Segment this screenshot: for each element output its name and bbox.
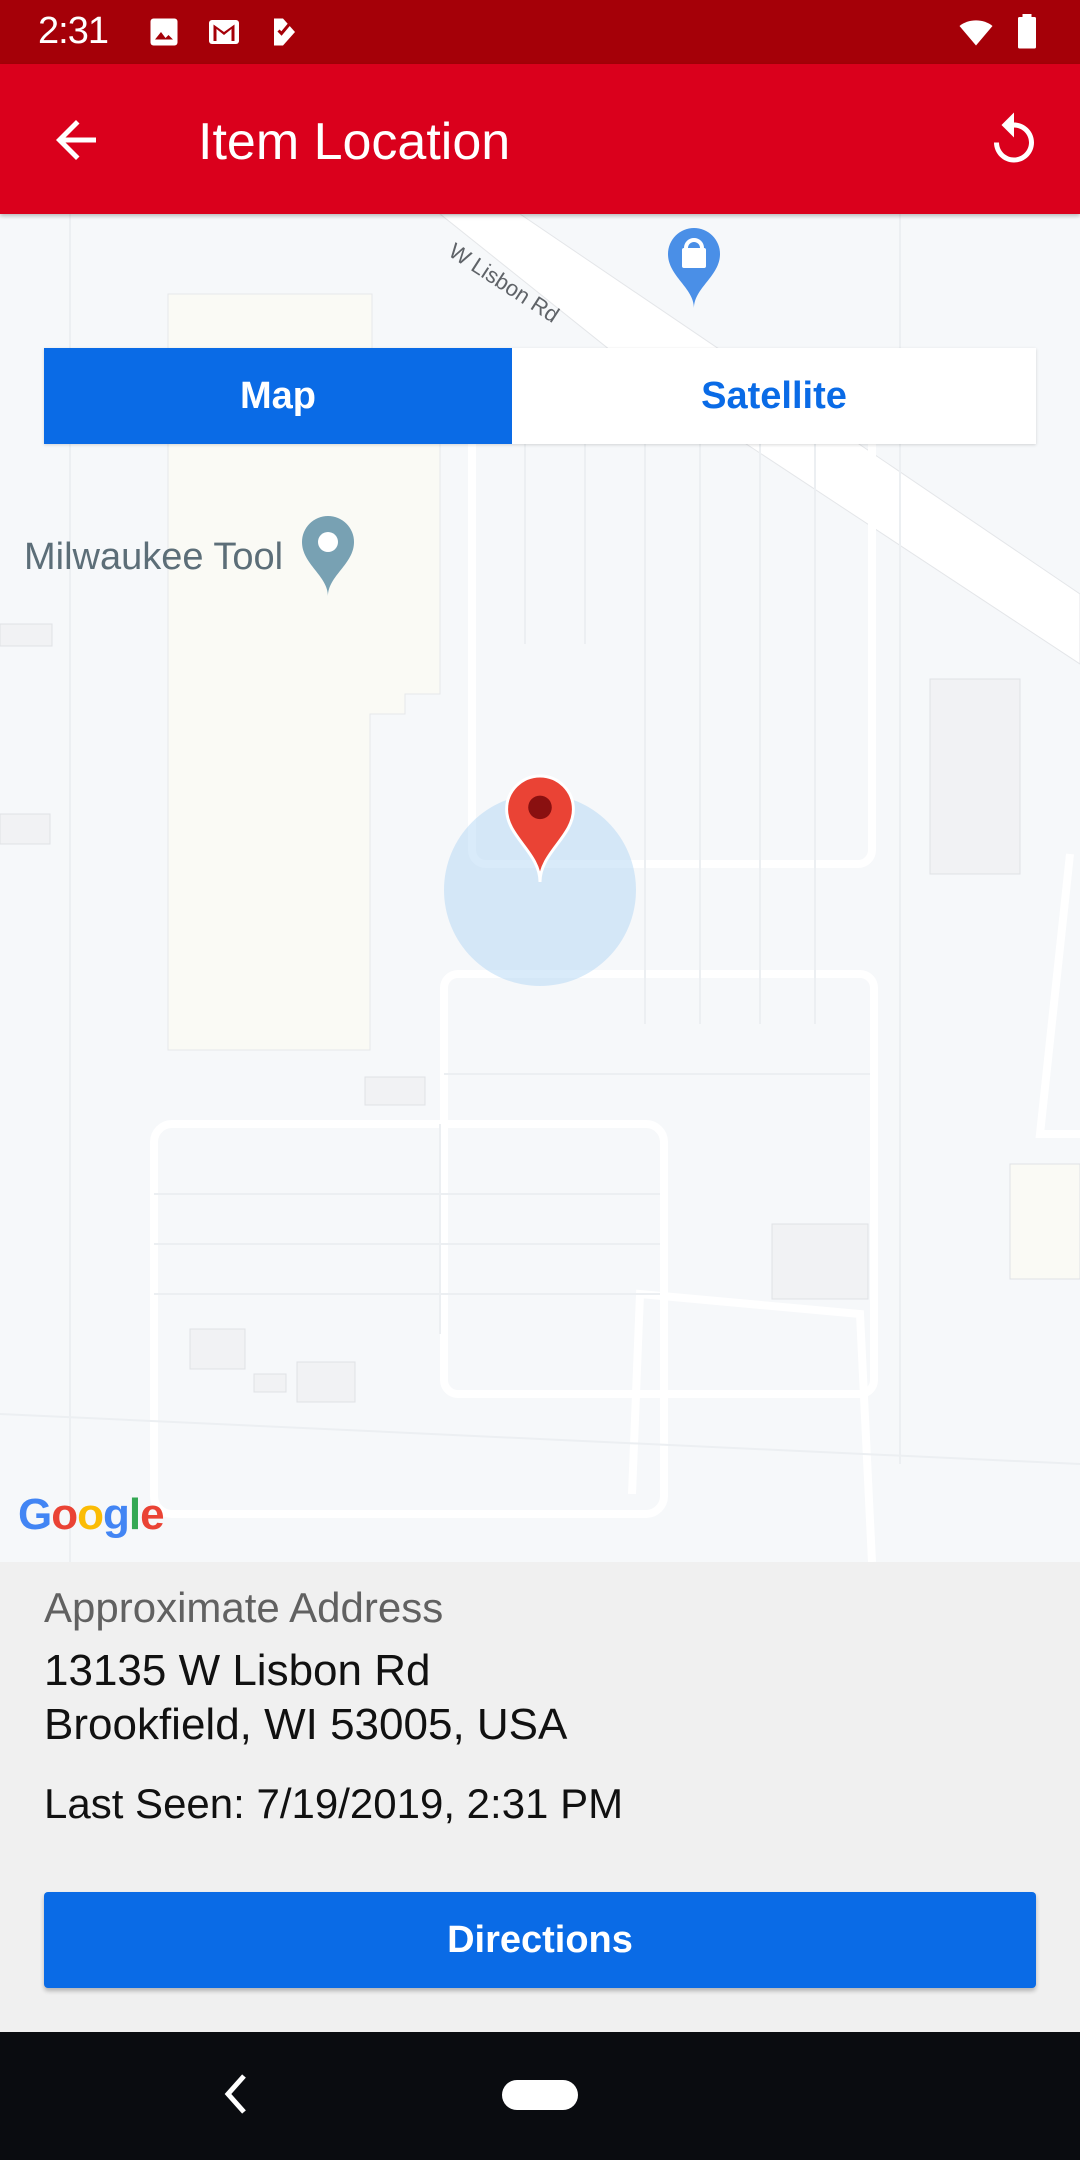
status-bar: 2:31 bbox=[0, 0, 1080, 64]
app-bar: Item Location bbox=[0, 64, 1080, 214]
tab-map[interactable]: Map bbox=[44, 348, 512, 444]
directions-button[interactable]: Directions bbox=[44, 1892, 1036, 1988]
nav-back-icon[interactable] bbox=[222, 2072, 250, 2116]
tab-satellite[interactable]: Satellite bbox=[512, 348, 1036, 444]
wifi-icon bbox=[959, 20, 993, 46]
address-label: Approximate Address bbox=[44, 1584, 444, 1631]
system-nav-bar bbox=[0, 2032, 1080, 2160]
address-line-1: 13135 W Lisbon Rd bbox=[44, 1646, 431, 1695]
task-icon bbox=[274, 18, 295, 46]
refresh-icon[interactable] bbox=[984, 110, 1044, 170]
gmail-icon bbox=[209, 20, 239, 44]
status-time: 2:31 bbox=[38, 10, 109, 52]
red-location-pin-icon[interactable] bbox=[504, 774, 576, 884]
nav-home-pill[interactable] bbox=[502, 2080, 578, 2110]
map-type-toggle: Map Satellite bbox=[44, 348, 1036, 444]
shopping-bag-pin-icon[interactable] bbox=[666, 228, 722, 308]
image-notification-icon bbox=[150, 18, 178, 46]
page-title: Item Location bbox=[198, 113, 511, 171]
place-pin-icon[interactable] bbox=[300, 516, 356, 596]
arrow-back-icon[interactable] bbox=[46, 110, 106, 170]
last-seen: Last Seen: 7/19/2019, 2:31 PM bbox=[44, 1780, 624, 1827]
poi-label[interactable]: Milwaukee Tool bbox=[24, 536, 283, 579]
map-view[interactable]: W Lisbon Rd Map Satellite Milwaukee Tool… bbox=[0, 214, 1080, 1562]
google-logo: Google bbox=[18, 1490, 165, 1539]
address-line-2: Brookfield, WI 53005, USA bbox=[44, 1700, 568, 1749]
battery-icon bbox=[1018, 14, 1036, 49]
address-panel: Approximate Address 13135 W Lisbon Rd Br… bbox=[0, 1562, 1080, 2032]
address-value: 13135 W Lisbon Rd Brookfield, WI 53005, … bbox=[44, 1644, 567, 1752]
